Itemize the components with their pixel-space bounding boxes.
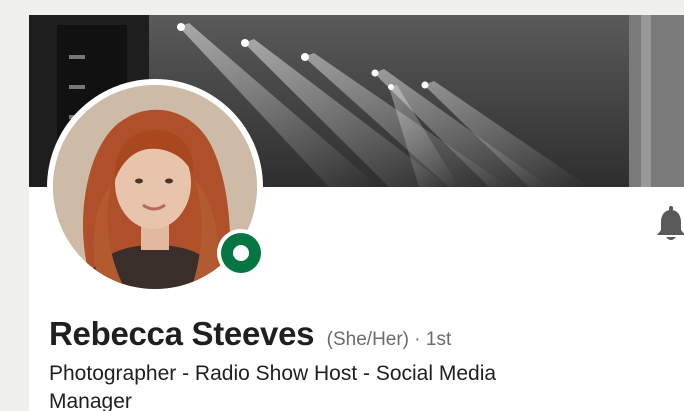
bell-icon [657,206,684,240]
status-ring-icon [221,233,261,273]
profile-card: Rebecca Steeves (She/Her) · 1st Photogra… [29,15,684,411]
profile-headline: Photographer - Radio Show Host - Social … [49,362,497,411]
notification-bell-button[interactable] [656,206,684,244]
profile-name: Rebecca Steeves [49,315,315,352]
pronouns-label: (She/Her) [326,329,410,350]
profile-name-line: Rebecca Steeves (She/Her) · 1st [49,315,451,353]
online-status-badge [217,229,265,277]
degree-separator: · [409,329,426,350]
connection-degree-badge: 1st [425,329,452,350]
profile-photo[interactable] [47,79,265,295]
